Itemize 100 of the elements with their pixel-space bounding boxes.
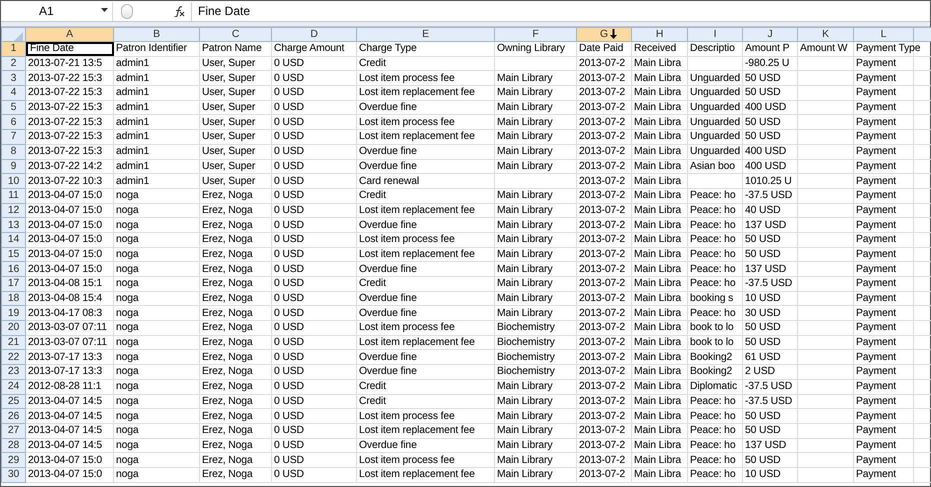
- row-header[interactable]: 2: [2, 56, 26, 71]
- row-header[interactable]: 23: [2, 364, 26, 380]
- row-header[interactable]: 18: [2, 291, 26, 306]
- row-header[interactable]: 10: [2, 174, 26, 188]
- table-cell: noga: [116, 425, 139, 436]
- table-cell: Credit: [359, 58, 386, 70]
- row-header[interactable]: 30: [2, 467, 26, 482]
- function-icon[interactable]: [173, 6, 185, 16]
- column-header[interactable]: D: [272, 28, 356, 42]
- table-cell: User, Super: [202, 146, 256, 158]
- table-cell: 50 USD: [745, 116, 780, 128]
- row-header[interactable]: 14: [2, 232, 26, 248]
- table-cell: 50 USD: [745, 410, 780, 422]
- table-cell: admin1: [116, 102, 150, 114]
- column-header[interactable]: I: [688, 28, 742, 42]
- table-cell: Peace: ho: [690, 234, 736, 246]
- table-cell: booking s: [690, 293, 734, 304]
- column-header[interactable]: F: [494, 28, 576, 42]
- table-cell: Lost item replacement fee: [359, 337, 475, 348]
- row-header[interactable]: 27: [2, 423, 26, 438]
- table-cell: 2013-07-17 13:3: [28, 352, 102, 363]
- row-header[interactable]: 20: [2, 320, 26, 336]
- table-cell: Peace: ho: [690, 469, 736, 480]
- row-header[interactable]: 5: [2, 100, 26, 115]
- table-cell: Peace: ho: [690, 248, 736, 260]
- table-cell: Main Library: [497, 102, 552, 114]
- table-cell: admin1: [116, 146, 150, 158]
- column-header[interactable]: B: [114, 28, 200, 42]
- resize-handle[interactable]: [121, 4, 133, 18]
- table-cell: Descriptio: [690, 43, 735, 54]
- row-header[interactable]: 15: [2, 247, 26, 262]
- table-cell: Main Libra: [634, 410, 682, 422]
- table-cell: Erez, Noga: [202, 425, 252, 436]
- table-cell: 10 USD: [745, 469, 780, 480]
- column-header[interactable]: K: [798, 28, 854, 42]
- row-header[interactable]: 19: [2, 306, 26, 321]
- table-cell: Overdue fine: [359, 366, 417, 378]
- table-cell: Main Library: [497, 308, 552, 319]
- row-header[interactable]: 29: [2, 452, 26, 468]
- row-header[interactable]: 22: [2, 350, 26, 365]
- table-cell: Main Libra: [634, 87, 682, 98]
- row-header[interactable]: 11: [2, 188, 26, 204]
- table-cell: Payment: [856, 87, 896, 98]
- table-cell: 0 USD: [274, 366, 304, 378]
- table-cell: 2013-07-2: [579, 322, 626, 334]
- column-header[interactable]: E: [356, 28, 494, 42]
- name-box[interactable]: A1: [1, 2, 113, 20]
- table-cell: Payment: [856, 410, 896, 422]
- row-header[interactable]: 13: [2, 218, 26, 232]
- row-header[interactable]: 8: [2, 144, 26, 159]
- table-cell: Unguarded: [690, 131, 740, 142]
- table-cell: Lost item process fee: [359, 116, 455, 128]
- row-header[interactable]: 6: [2, 114, 26, 130]
- table-cell: Payment Type: [856, 43, 920, 54]
- table-cell: Charge Type: [359, 43, 417, 54]
- table-cell: User, Super: [202, 58, 256, 70]
- row-header[interactable]: 17: [2, 276, 26, 292]
- table-cell: 0 USD: [274, 381, 304, 392]
- row-header[interactable]: 24: [2, 379, 26, 394]
- row-header[interactable]: 1: [2, 42, 26, 56]
- row-header[interactable]: 21: [2, 335, 26, 350]
- table-cell: 0 USD: [274, 425, 304, 436]
- table-cell: Payment: [856, 381, 896, 392]
- formula-field[interactable]: Fine Date: [191, 2, 930, 20]
- table-cell: 2013-04-07 14:5: [28, 396, 102, 407]
- table-cell: admin1: [116, 58, 150, 70]
- table-cell: 2013-07-2: [579, 366, 626, 378]
- table-cell: 2013-07-2: [579, 204, 626, 216]
- row-header[interactable]: 28: [2, 438, 26, 453]
- table-cell: Main Libra: [634, 190, 682, 202]
- table-cell: User, Super: [202, 72, 256, 84]
- table-cell: 2013-07-2: [579, 337, 626, 348]
- row-header[interactable]: 25: [2, 394, 26, 409]
- column-header[interactable]: L: [854, 28, 914, 42]
- table-cell: Payment: [856, 264, 896, 275]
- table-cell: Peace: ho: [690, 396, 736, 407]
- column-header[interactable]: C: [200, 28, 272, 42]
- row-header[interactable]: 9: [2, 159, 26, 174]
- row-header[interactable]: 16: [2, 262, 26, 276]
- row-header[interactable]: 4: [2, 86, 26, 100]
- table-cell: Main Library: [497, 190, 552, 202]
- column-header[interactable]: G: [576, 28, 632, 42]
- column-header[interactable]: A: [26, 28, 114, 42]
- caret-icon[interactable]: [101, 8, 108, 12]
- table-cell: 0 USD: [274, 469, 304, 480]
- row-header[interactable]: 26: [2, 408, 26, 424]
- column-header[interactable]: J: [742, 28, 798, 42]
- table-cell: Erez, Noga: [202, 410, 252, 422]
- row-header[interactable]: 7: [2, 130, 26, 144]
- table-cell: 0 USD: [274, 116, 304, 128]
- column-header[interactable]: H: [632, 28, 688, 42]
- table-cell: Diplomatic: [690, 381, 738, 392]
- table-cell: Erez, Noga: [202, 204, 252, 216]
- table-cell: 2013-04-07 15:0: [28, 220, 102, 231]
- table-cell: 0 USD: [274, 87, 304, 98]
- table-cell: 0 USD: [274, 337, 304, 348]
- table-cell: -37.5 USD: [745, 190, 792, 202]
- row-header[interactable]: 12: [2, 203, 26, 218]
- row-header[interactable]: 3: [2, 70, 26, 86]
- table-cell: User, Super: [202, 176, 256, 187]
